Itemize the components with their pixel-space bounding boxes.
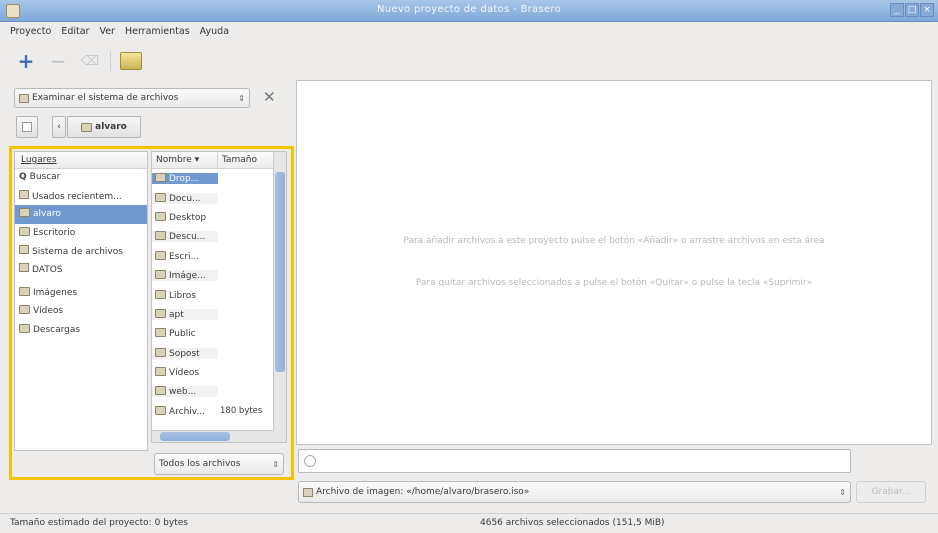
maximize-button[interactable]: □ (905, 3, 919, 17)
close-window-button[interactable]: × (920, 3, 934, 17)
project-name-field[interactable] (298, 449, 851, 473)
window-title: Nuevo proyecto de datos - Brasero (376, 4, 562, 15)
disc-icon (304, 455, 316, 467)
select-arrows-icon: ⇕ (238, 93, 245, 103)
path-home-button[interactable]: alvaro (67, 116, 141, 138)
status-selected-files: 4656 archivos seleccionados (151,5 MiB) (480, 518, 665, 528)
remove-hint: Para quitar archivos seleccionados a pul… (415, 278, 813, 288)
minimize-button[interactable]: _ (890, 3, 904, 17)
explorer-source-select[interactable]: Examinar el sistema de archivos ⇕ (14, 88, 250, 108)
burn-disc-icon (120, 52, 142, 70)
window-controls: _ □ × (890, 3, 934, 17)
toolbar-separator (110, 51, 111, 71)
menu-herramientas[interactable]: Herramientas (125, 26, 190, 42)
toolbar: + − ⌫ (14, 48, 143, 74)
file-chooser-highlight (9, 146, 294, 480)
remove-icon[interactable]: − (46, 49, 70, 73)
add-icon[interactable]: + (14, 49, 38, 73)
destination-select[interactable]: Archivo de imagen: «/home/alvaro/brasero… (298, 481, 851, 503)
burn-button-disabled[interactable]: Grabar... (856, 481, 926, 503)
menu-bar: Proyecto Editar Ver Herramientas Ayuda (10, 26, 229, 42)
burn-button[interactable] (119, 49, 143, 73)
image-file-icon (303, 487, 313, 497)
pencil-icon (22, 122, 32, 132)
chevron-left-icon: ‹ (57, 122, 61, 132)
edit-location-button[interactable] (16, 116, 38, 138)
menu-editar[interactable]: Editar (61, 26, 89, 42)
path-home-label: alvaro (95, 122, 127, 132)
clear-icon[interactable]: ⌫ (78, 49, 102, 73)
destination-label: Archivo de imagen: «/home/alvaro/brasero… (316, 487, 530, 497)
status-project-size: Tamaño estimado del proyecto: 0 bytes (10, 518, 188, 528)
explorer-source-label: Examinar el sistema de archivos (32, 93, 179, 103)
filesystem-icon (19, 93, 29, 103)
menu-ayuda[interactable]: Ayuda (200, 26, 229, 42)
select-arrows-icon: ⇕ (839, 487, 846, 497)
menu-ver[interactable]: Ver (99, 26, 115, 42)
close-explorer-icon[interactable]: ✕ (263, 88, 276, 106)
title-bar: Nuevo proyecto de datos - Brasero _ □ × (0, 0, 938, 22)
project-area[interactable]: Para añadir archivos a este proyecto pul… (296, 80, 932, 445)
home-folder-icon (81, 122, 93, 132)
path-back-button[interactable]: ‹ (52, 116, 66, 138)
menu-proyecto[interactable]: Proyecto (10, 26, 51, 42)
add-hint: Para añadir archivos a este proyecto pul… (403, 236, 825, 246)
status-bar: Tamaño estimado del proyecto: 0 bytes 46… (0, 513, 938, 533)
